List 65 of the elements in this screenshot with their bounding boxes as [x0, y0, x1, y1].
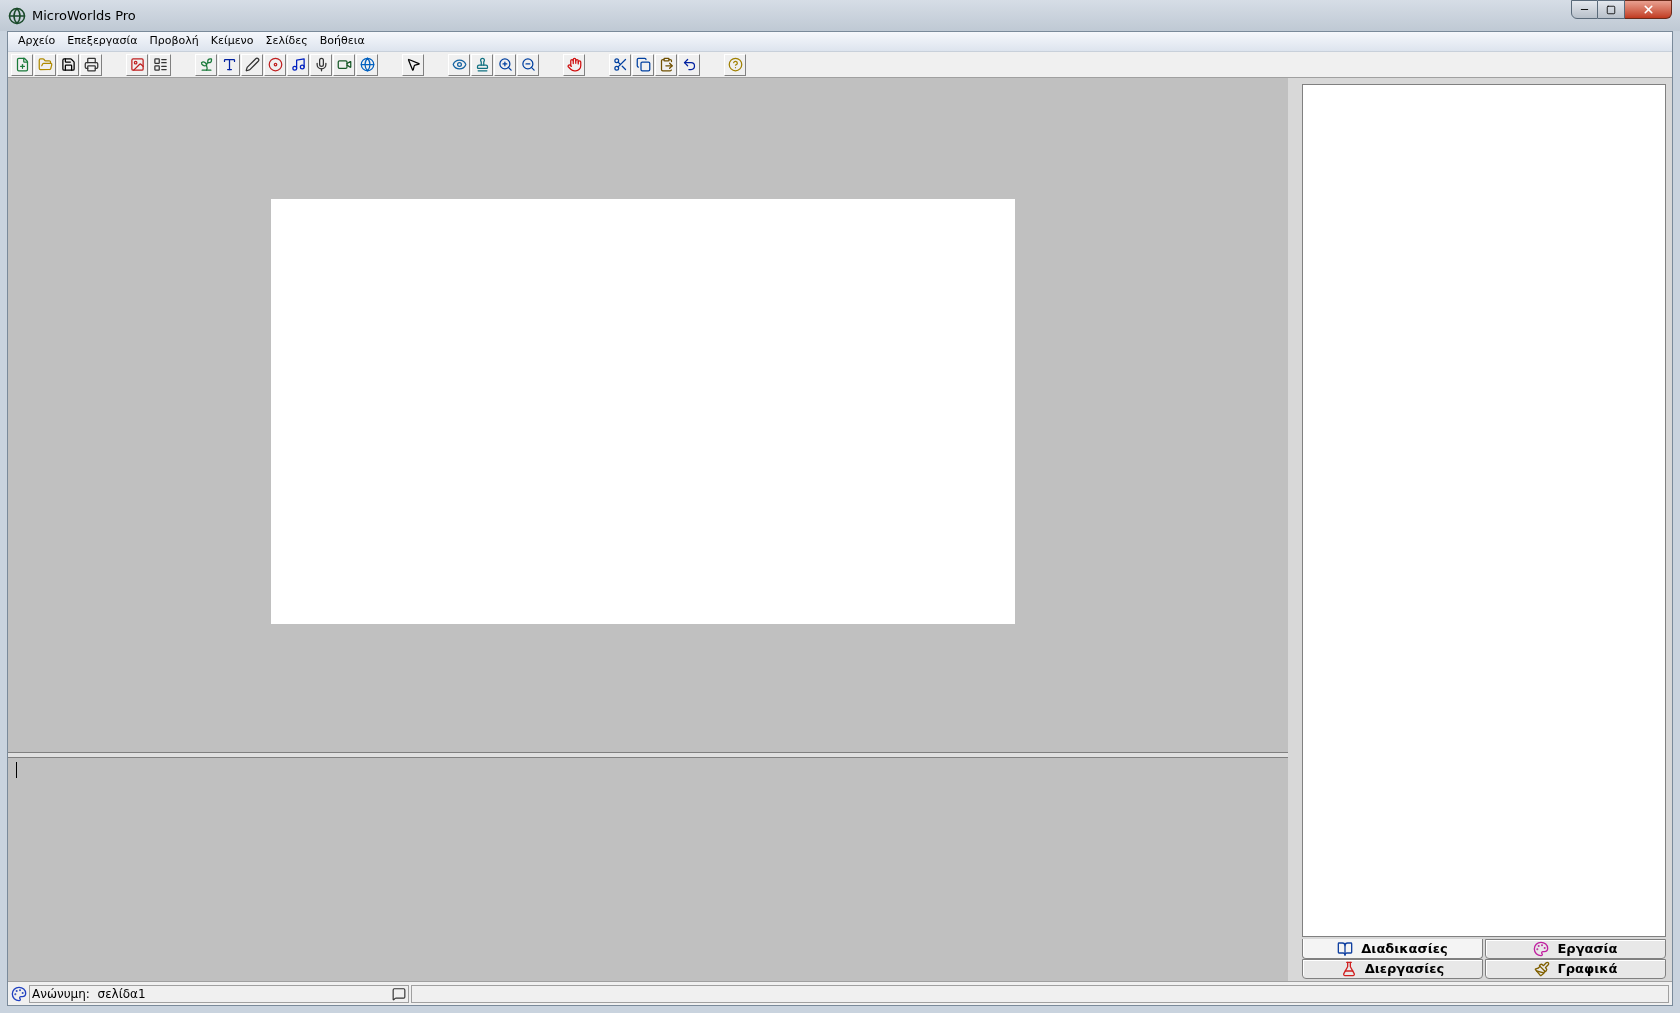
tab[interactable]: Εργασία [1485, 939, 1666, 959]
menu-item[interactable]: Κείμενο [206, 33, 258, 50]
tab[interactable]: Γραφικά [1485, 959, 1666, 979]
stamp-icon [474, 57, 490, 72]
pen-icon [244, 57, 260, 72]
app-logo-icon [8, 6, 26, 25]
flask-icon [1340, 961, 1357, 977]
toolbar-button[interactable] [241, 53, 263, 76]
text-cursor [16, 762, 17, 778]
page-picture-icon [129, 57, 145, 72]
undo-icon [681, 57, 697, 72]
toolbar-button[interactable] [333, 53, 355, 76]
toolbar-button[interactable] [609, 53, 631, 76]
toolbar-button[interactable] [402, 53, 424, 76]
palette-icon [1533, 941, 1550, 957]
tab[interactable]: Διαδικασίες [1302, 939, 1483, 959]
page-list-icon [152, 57, 168, 72]
toolbar-button[interactable] [655, 53, 677, 76]
eye-icon [451, 57, 467, 72]
close-icon [1641, 3, 1655, 16]
toolbar-button[interactable] [517, 53, 539, 76]
plant-icon [198, 57, 214, 72]
paste-icon [658, 57, 674, 72]
cut-icon [612, 57, 628, 72]
menu-item[interactable]: Βοήθεια [315, 33, 369, 50]
toolbar-button[interactable] [218, 53, 240, 76]
toolbar-button[interactable] [356, 53, 378, 76]
toolbar-button[interactable] [632, 53, 654, 76]
menu-item[interactable]: Αρχείο [14, 33, 60, 50]
status-text: Ανώνυμη: σελίδα1 [32, 985, 146, 1003]
open-folder-icon [37, 57, 53, 72]
window-title: MicroWorlds Pro [32, 6, 136, 25]
toolbar-button[interactable] [149, 53, 171, 76]
zoom-out-icon [520, 57, 536, 72]
maximize-button[interactable] [1598, 0, 1625, 19]
stop-hand-icon [566, 57, 582, 72]
help-icon [727, 57, 743, 72]
zoom-in-icon [497, 57, 513, 72]
tab[interactable]: Διεργασίες [1302, 959, 1483, 979]
music-note-icon [290, 57, 306, 72]
menu-item[interactable]: Σελίδες [261, 33, 312, 50]
print-icon [83, 57, 99, 72]
pointer-icon [405, 57, 421, 72]
toolbar-button[interactable] [287, 53, 309, 76]
copy-icon [635, 57, 651, 72]
toolbar-button[interactable] [80, 53, 102, 76]
menu-item[interactable]: Επεξεργασία [63, 33, 142, 50]
globe-icon [359, 57, 375, 72]
microphone-icon [313, 57, 329, 72]
text-box-icon [221, 57, 237, 72]
movie-camera-icon [336, 57, 352, 72]
toolbar-button[interactable] [310, 53, 332, 76]
speech-bubble-icon [392, 986, 406, 1001]
save-icon [60, 57, 76, 72]
book-icon [1337, 940, 1354, 957]
paintbrush-icon [1533, 961, 1550, 977]
close-button[interactable] [1625, 0, 1672, 19]
maximize-icon [1606, 4, 1616, 15]
menu-item[interactable]: Προβολή [145, 33, 203, 50]
toolbar-button[interactable] [494, 53, 516, 76]
project-icon [11, 985, 27, 1002]
new-file-icon [14, 57, 30, 72]
toolbar-button[interactable] [678, 53, 700, 76]
minimize-button[interactable] [1571, 0, 1598, 19]
toolbar-button[interactable] [57, 53, 79, 76]
